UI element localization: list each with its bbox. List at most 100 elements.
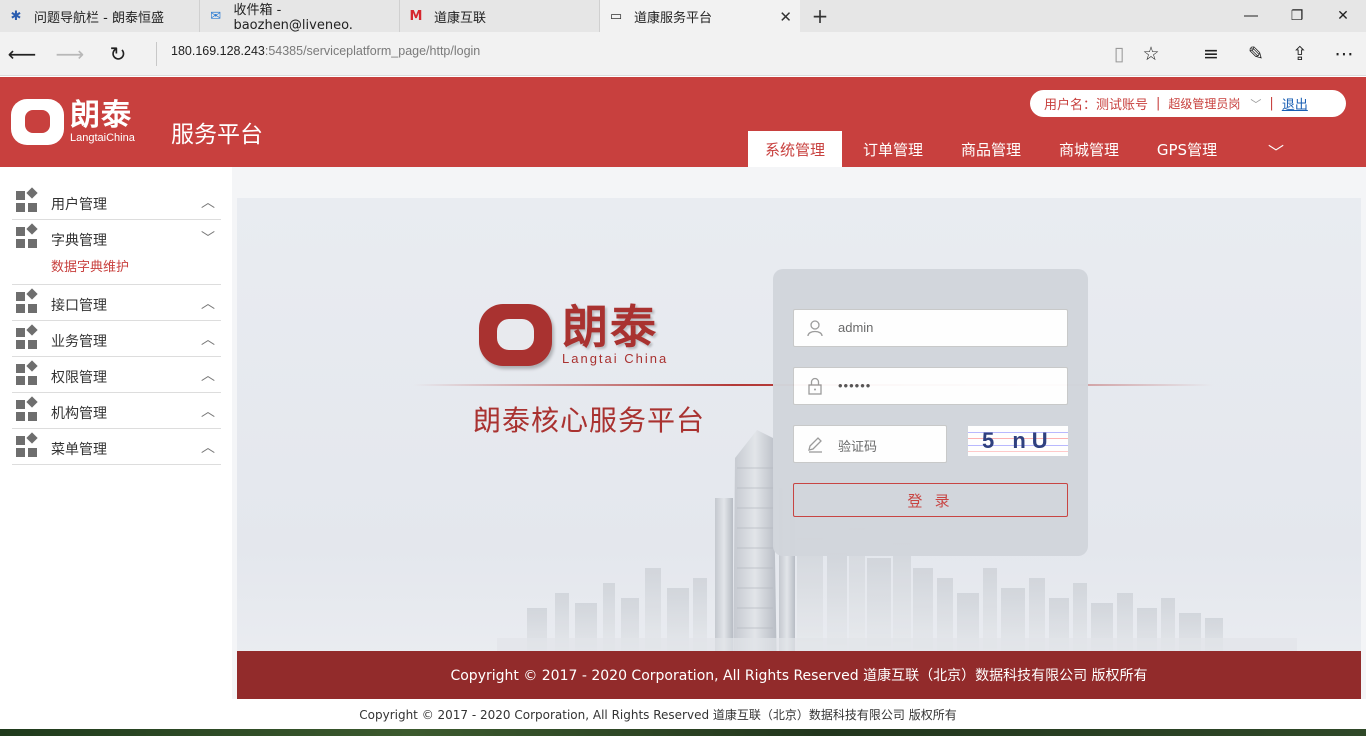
- password-field[interactable]: ••••••: [793, 367, 1068, 405]
- logo: 朗泰 LangtaiChina: [11, 99, 135, 145]
- sidebar-item-organization[interactable]: 机构管理 ︿: [12, 393, 221, 429]
- hub-icon[interactable]: ≡: [1197, 40, 1225, 68]
- user-icon: [806, 319, 824, 337]
- captcha-image[interactable]: 5 nU: [968, 426, 1068, 456]
- tab-gps-management[interactable]: GPS管理: [1140, 131, 1234, 167]
- browser-tab-active[interactable]: ▭ 道康服务平台 ✕: [600, 0, 800, 32]
- reading-view-icon[interactable]: ▯: [1105, 40, 1133, 68]
- address-bar-row: ⟵ ⟶ ↻ 180.169.128.243:54385/serviceplatf…: [0, 32, 1366, 76]
- panel-footer: Copyright © 2017 - 2020 Corporation, All…: [237, 651, 1361, 699]
- close-window-button[interactable]: ✕: [1320, 0, 1366, 32]
- sidebar-item-user[interactable]: 用户管理 ︿: [12, 184, 221, 220]
- page-footer: Copyright © 2017 - 2020 Corporation, All…: [0, 699, 1366, 729]
- grid-icon: [16, 223, 38, 249]
- address-input[interactable]: 180.169.128.243:54385/serviceplatform_pa…: [171, 44, 480, 58]
- chevron-up-icon: ︿: [201, 368, 215, 384]
- browser-tab[interactable]: ✉ 收件箱 - baozhen@liveneo.: [200, 0, 400, 33]
- brand-logo: 朗泰 Langtai China: [479, 303, 668, 367]
- sidebar-item-label: 菜单管理: [51, 442, 107, 458]
- logo-text-en: LangtaiChina: [70, 131, 135, 144]
- tab-title: 问题导航栏 - 朗泰恒盛: [34, 10, 164, 26]
- submenu-dictionary-maintenance[interactable]: 数据字典维护: [51, 256, 129, 275]
- logout-link[interactable]: 退出: [1282, 94, 1308, 113]
- chevron-down-icon: ﹀: [201, 231, 215, 247]
- grid-icon: [16, 432, 38, 458]
- divider: |: [1156, 96, 1161, 111]
- brand-text-cn: 朗泰: [562, 300, 658, 354]
- back-button[interactable]: ⟵: [8, 40, 37, 68]
- sidebar-item-business[interactable]: 业务管理 ︿: [12, 321, 221, 357]
- web-note-icon[interactable]: ✎: [1242, 40, 1270, 68]
- tab-mall-management[interactable]: 商城管理: [1042, 131, 1136, 167]
- sidebar-item-interface[interactable]: 接口管理 ︿: [12, 285, 221, 321]
- minimize-button[interactable]: ―: [1228, 0, 1274, 32]
- user-info: 用户名：测试账号 | 超级管理员岗 ﹀ | 退出: [1030, 90, 1346, 117]
- sidebar-item-label: 接口管理: [51, 298, 107, 314]
- page-icon: ▭: [609, 8, 623, 24]
- logo-text-cn: 朗泰: [70, 97, 132, 133]
- pencil-icon: [806, 435, 824, 453]
- login-form: admin •••••• 验证码 5 nU 登 录: [773, 269, 1088, 556]
- role-select[interactable]: 超级管理员岗: [1168, 95, 1240, 112]
- url-path: :54385/serviceplatform_page/http/login: [264, 44, 481, 58]
- platform-title: 朗泰核心服务平台: [473, 404, 706, 437]
- sidebar-item-label: 用户管理: [51, 197, 107, 213]
- username-label: 用户名：测试账号: [1044, 98, 1149, 113]
- tab-system-management[interactable]: 系统管理: [748, 131, 842, 167]
- grid-icon: [16, 396, 38, 422]
- close-icon[interactable]: ✕: [779, 8, 792, 26]
- app-header: 朗泰 LangtaiChina 服务平台 用户名：测试账号 | 超级管理员岗 ﹀…: [0, 77, 1366, 167]
- grid-icon: [16, 187, 38, 213]
- username-value: admin: [838, 320, 874, 335]
- forward-button[interactable]: ⟶: [56, 40, 85, 68]
- sidebar-item-label: 字典管理: [51, 233, 107, 249]
- refresh-button[interactable]: ↻: [104, 40, 132, 68]
- divider: [156, 42, 157, 66]
- grid-icon: [16, 324, 38, 350]
- sidebar: 用户管理 ︿ 字典管理 ﹀ 数据字典维护 接口管理 ︿ 业务管理 ︿ 权限管理 …: [0, 167, 232, 699]
- password-value: ••••••: [838, 378, 872, 393]
- chevron-down-icon[interactable]: ﹀: [1250, 96, 1261, 112]
- login-panel: 朗泰 Langtai China 朗泰核心服务平台 admin •••••• 验…: [237, 198, 1361, 699]
- sidebar-item-label: 权限管理: [51, 370, 107, 386]
- chevron-down-icon[interactable]: ﹀: [1268, 139, 1284, 163]
- sidebar-item-label: 业务管理: [51, 334, 107, 350]
- brand-mark-icon: [479, 304, 552, 366]
- sidebar-item-label: 机构管理: [51, 406, 107, 422]
- sidebar-item-menu[interactable]: 菜单管理 ︿: [12, 429, 221, 465]
- new-tab-button[interactable]: +: [808, 4, 832, 28]
- browser-tab[interactable]: M 道康互联: [400, 0, 600, 32]
- captcha-field[interactable]: 验证码: [793, 425, 947, 463]
- bug-icon: ✱: [10, 8, 22, 24]
- chevron-up-icon: ︿: [201, 296, 215, 312]
- captcha-text: 5 nU: [982, 428, 1054, 453]
- tab-title: 道康服务平台: [634, 10, 713, 26]
- divider: |: [1269, 96, 1274, 111]
- app-name: 服务平台: [171, 122, 263, 148]
- brand-text-en: Langtai China: [562, 351, 669, 366]
- sidebar-item-dictionary[interactable]: 字典管理 ﹀: [12, 220, 221, 285]
- username-field[interactable]: admin: [793, 309, 1068, 347]
- lock-icon: [806, 377, 824, 395]
- share-icon[interactable]: ⇪: [1286, 40, 1314, 68]
- captcha-placeholder: 验证码: [838, 439, 878, 454]
- tab-order-management[interactable]: 订单管理: [846, 131, 940, 167]
- login-button[interactable]: 登 录: [793, 483, 1068, 517]
- browser-tab-bar: ✱ 问题导航栏 - 朗泰恒盛 ✉ 收件箱 - baozhen@liveneo. …: [0, 0, 1366, 33]
- m-logo-icon: M: [409, 8, 423, 24]
- chevron-up-icon: ︿: [201, 404, 215, 420]
- restore-button[interactable]: ❐: [1274, 0, 1320, 32]
- sidebar-item-permission[interactable]: 权限管理 ︿: [12, 357, 221, 393]
- tab-title: 道康互联: [434, 10, 487, 26]
- favorite-star-icon[interactable]: ☆: [1137, 40, 1165, 68]
- main-content: 朗泰 Langtai China 朗泰核心服务平台 admin •••••• 验…: [232, 167, 1366, 699]
- browser-tab[interactable]: ✱ 问题导航栏 - 朗泰恒盛: [0, 0, 200, 32]
- chevron-up-icon: ︿: [201, 195, 215, 211]
- tab-product-management[interactable]: 商品管理: [944, 131, 1038, 167]
- chevron-up-icon: ︿: [201, 332, 215, 348]
- taskbar: [0, 729, 1366, 736]
- more-icon[interactable]: ⋯: [1330, 40, 1358, 68]
- grid-icon: [16, 360, 38, 386]
- grid-icon: [16, 288, 38, 314]
- logo-mark-icon: [11, 99, 64, 145]
